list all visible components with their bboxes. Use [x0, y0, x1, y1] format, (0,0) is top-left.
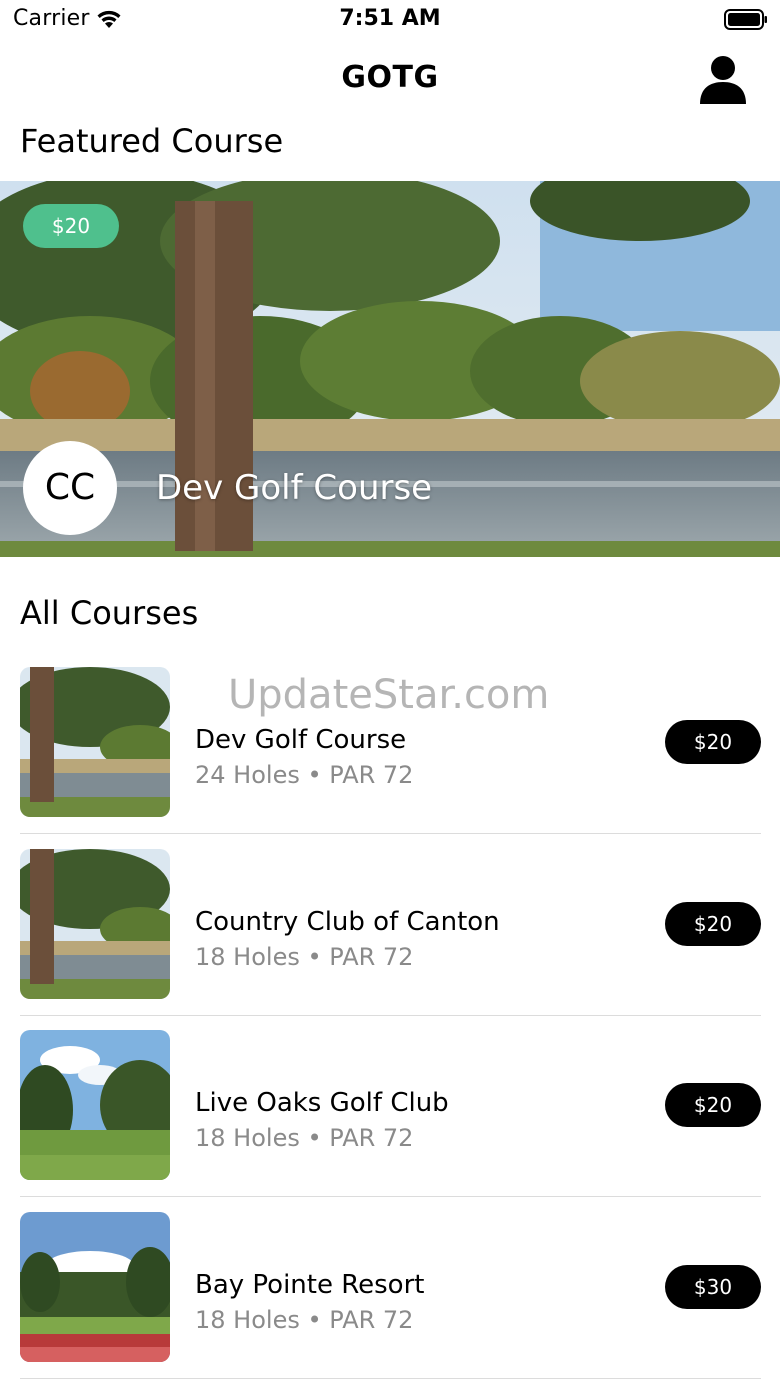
course-price-badge[interactable]: $20 — [665, 902, 761, 946]
featured-course-avatar: CC — [23, 441, 117, 535]
featured-price-badge: $20 — [23, 204, 119, 248]
course-price-badge[interactable]: $20 — [665, 720, 761, 764]
course-list-item[interactable]: Live Oaks Golf Club 18 Holes • PAR 72 $2… — [20, 1030, 761, 1212]
course-thumbnail — [20, 1030, 170, 1180]
featured-section-title: Featured Course — [20, 122, 284, 160]
person-icon[interactable] — [698, 54, 748, 106]
course-list-item[interactable]: Country Club of Canton 18 Holes • PAR 72… — [20, 849, 761, 1031]
all-courses-section-title: All Courses — [20, 594, 199, 632]
course-name: Dev Golf Course — [195, 725, 407, 755]
list-divider — [20, 1196, 761, 1197]
course-meta: 24 Holes • PAR 72 — [195, 761, 414, 789]
list-divider — [20, 1378, 761, 1379]
course-price-badge[interactable]: $20 — [665, 1083, 761, 1127]
featured-course-card[interactable]: $20 CC Dev Golf Course — [0, 181, 780, 557]
battery-icon — [724, 9, 767, 30]
course-meta: 18 Holes • PAR 72 — [195, 1306, 414, 1334]
featured-course-name: Dev Golf Course — [156, 468, 433, 508]
watermark: UpdateStar.com — [228, 672, 550, 718]
status-bar: Carrier 7:51 AM — [0, 0, 780, 40]
course-name: Bay Pointe Resort — [195, 1270, 425, 1300]
course-meta: 18 Holes • PAR 72 — [195, 943, 414, 971]
course-list-item[interactable]: Bay Pointe Resort 18 Holes • PAR 72 $30 — [20, 1212, 761, 1387]
app-title: GOTG — [341, 60, 439, 95]
course-thumbnail — [20, 849, 170, 999]
course-thumbnail — [20, 1212, 170, 1362]
course-thumbnail — [20, 667, 170, 817]
list-divider — [20, 833, 761, 834]
course-name: Live Oaks Golf Club — [195, 1088, 449, 1118]
list-divider — [20, 1015, 761, 1016]
course-meta: 18 Holes • PAR 72 — [195, 1124, 414, 1152]
course-name: Country Club of Canton — [195, 907, 500, 937]
course-price-badge[interactable]: $30 — [665, 1265, 761, 1309]
status-time: 7:51 AM — [339, 6, 441, 31]
